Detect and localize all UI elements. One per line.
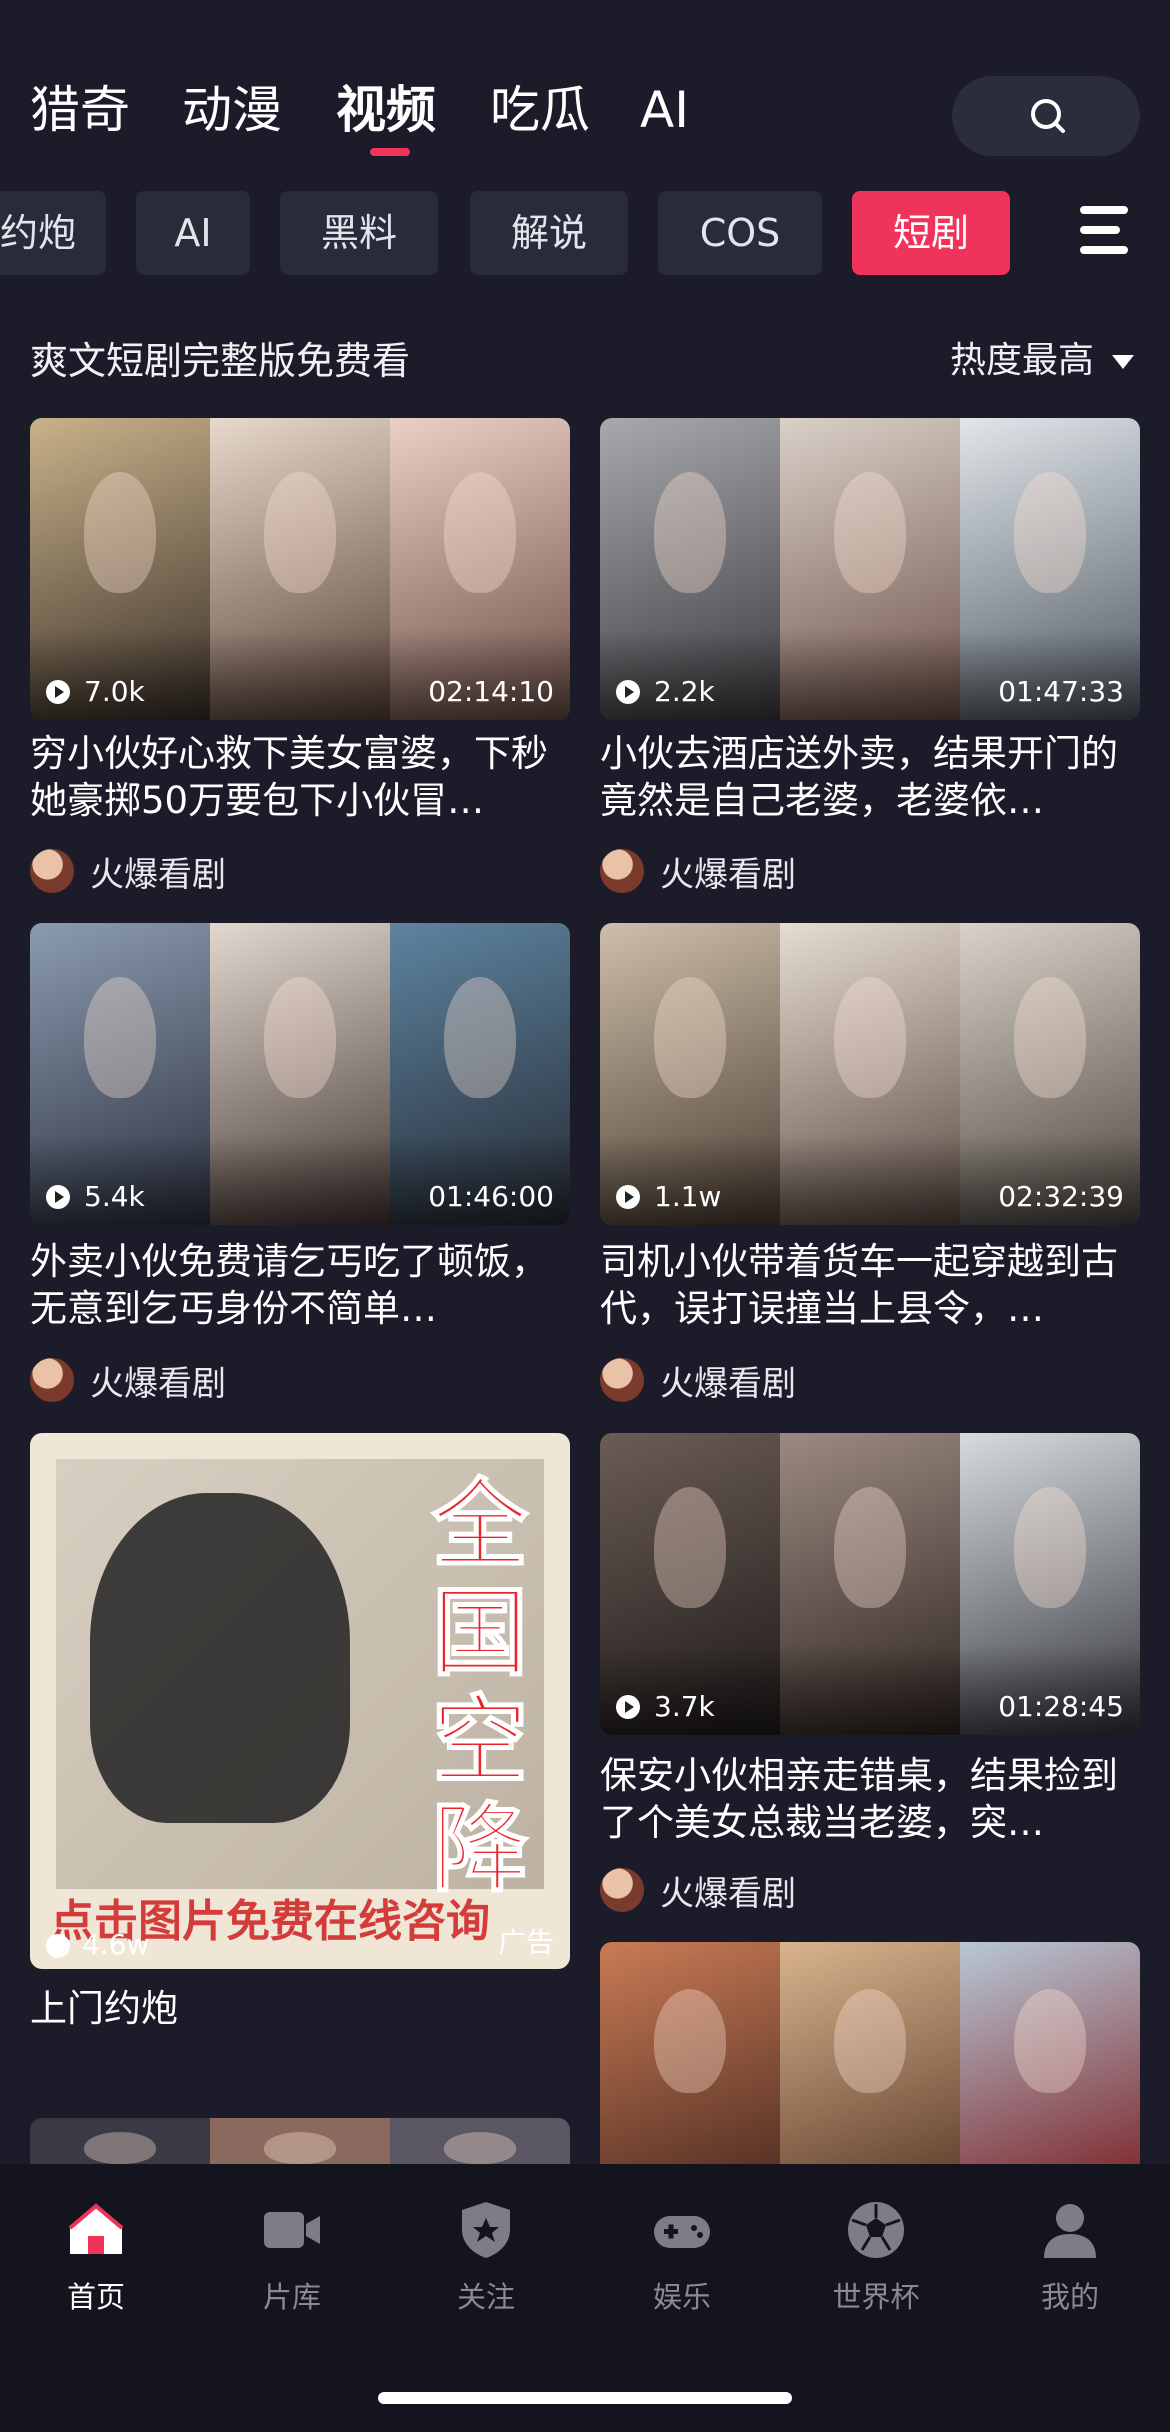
author-name: 火爆看剧 bbox=[660, 1873, 796, 1914]
video-title[interactable]: 小伙去酒店送外卖，结果开门的竟然是自己老婆，老婆依… bbox=[600, 730, 1140, 824]
video-thumbnail[interactable]: 5.4k 01:46:00 bbox=[30, 923, 570, 1225]
video-author[interactable]: 火爆看剧 bbox=[600, 1865, 796, 1915]
view-count: 3.7k bbox=[616, 1689, 715, 1725]
video-camera-icon bbox=[264, 2212, 320, 2248]
search-icon bbox=[1031, 99, 1065, 133]
nav-label: 关注 bbox=[456, 2280, 515, 2314]
sort-label: 热度最高 bbox=[949, 340, 1094, 381]
video-thumbnail[interactable]: 3.7k 01:28:45 bbox=[600, 1433, 1140, 1735]
video-duration: 02:14:10 bbox=[428, 675, 554, 708]
view-count: 5.4k bbox=[46, 1179, 145, 1215]
video-duration: 01:46:00 bbox=[428, 1180, 554, 1213]
avatar bbox=[30, 1358, 74, 1402]
video-author[interactable]: 火爆看剧 bbox=[30, 1355, 226, 1405]
video-thumbnail[interactable]: 2.2k 01:47:33 bbox=[600, 418, 1140, 720]
video-title[interactable]: 穷小伙好心救下美女富婆，下秒她豪掷50万要包下小伙冒… bbox=[30, 730, 570, 824]
ad-title[interactable]: 上门约炮 bbox=[30, 1985, 570, 2032]
author-name: 火爆看剧 bbox=[90, 854, 226, 895]
search-button[interactable] bbox=[952, 76, 1140, 156]
category-chip-yuepao[interactable]: 约炮 bbox=[0, 191, 106, 275]
ad-big-text: 全国空降 bbox=[431, 1469, 529, 1905]
user-icon bbox=[1044, 2204, 1096, 2258]
video-duration: 01:28:45 bbox=[998, 1690, 1124, 1723]
nav-profile[interactable]: 我的 bbox=[990, 2198, 1150, 2316]
section-title: 爽文短剧完整版免费看 bbox=[30, 339, 411, 383]
category-chip-ai[interactable]: AI bbox=[136, 191, 250, 275]
nav-label: 娱乐 bbox=[652, 2280, 711, 2314]
active-tab-indicator bbox=[370, 148, 410, 156]
tab-shipin[interactable]: 视频 bbox=[336, 78, 436, 142]
category-chip-heiliao[interactable]: 黑料 bbox=[280, 191, 438, 275]
category-chip-cos[interactable]: COS bbox=[658, 191, 822, 275]
shield-star-icon bbox=[462, 2202, 510, 2258]
ad-view-count: 4.6w bbox=[46, 1928, 149, 1961]
video-author[interactable]: 火爆看剧 bbox=[600, 846, 796, 896]
view-count: 2.2k bbox=[616, 674, 715, 710]
home-icon bbox=[68, 2203, 124, 2254]
video-author[interactable]: 火爆看剧 bbox=[30, 846, 226, 896]
nav-entertainment[interactable]: 娱乐 bbox=[602, 2198, 762, 2316]
avatar bbox=[600, 849, 644, 893]
tab-chigua[interactable]: 吃瓜 bbox=[490, 78, 590, 142]
nav-world-cup[interactable]: 世界杯 bbox=[796, 2198, 956, 2316]
nav-follow[interactable]: 关注 bbox=[406, 2198, 566, 2316]
nav-label: 我的 bbox=[1040, 2280, 1099, 2314]
tab-lieqi[interactable]: 猎奇 bbox=[30, 78, 130, 142]
menu-icon[interactable] bbox=[1080, 206, 1132, 254]
avatar bbox=[600, 1868, 644, 1912]
video-author[interactable]: 火爆看剧 bbox=[600, 1355, 796, 1405]
avatar bbox=[30, 849, 74, 893]
video-duration: 01:47:33 bbox=[998, 675, 1124, 708]
video-thumbnail[interactable]: 7.0k 02:14:10 bbox=[30, 418, 570, 720]
nav-label: 首页 bbox=[66, 2280, 125, 2314]
video-title[interactable]: 保安小伙相亲走错桌，结果捡到了个美女总裁当老婆，突… bbox=[600, 1752, 1140, 1846]
category-chip-jieshuo[interactable]: 解说 bbox=[470, 191, 628, 275]
view-count: 1.1w bbox=[616, 1179, 721, 1215]
soccer-ball-icon bbox=[848, 2202, 904, 2258]
ad-label: 广告 bbox=[497, 1926, 554, 1959]
view-count: 7.0k bbox=[46, 674, 145, 710]
nav-label: 世界杯 bbox=[832, 2280, 920, 2314]
video-title[interactable]: 司机小伙带着货车一起穿越到古代，误打误撞当上县令，… bbox=[600, 1238, 1140, 1332]
author-name: 火爆看剧 bbox=[660, 1363, 796, 1404]
video-thumbnail[interactable]: 1.1w 02:32:39 bbox=[600, 923, 1140, 1225]
tab-ai[interactable]: AI bbox=[640, 78, 689, 142]
nav-library[interactable]: 片库 bbox=[212, 2198, 372, 2316]
category-chip-duanju[interactable]: 短剧 bbox=[852, 191, 1010, 275]
video-duration: 02:32:39 bbox=[998, 1180, 1124, 1213]
nav-label: 片库 bbox=[262, 2280, 321, 2314]
ad-banner[interactable]: 全国空降 点击图片免费在线咨询 4.6w 广告 bbox=[30, 1433, 570, 1969]
author-name: 火爆看剧 bbox=[90, 1363, 226, 1404]
tab-dongman[interactable]: 动漫 bbox=[182, 78, 282, 142]
author-name: 火爆看剧 bbox=[660, 854, 796, 895]
home-indicator bbox=[378, 2392, 792, 2404]
caret-down-icon bbox=[1112, 355, 1134, 369]
nav-home[interactable]: 首页 bbox=[16, 2198, 176, 2316]
video-thumbnail[interactable] bbox=[600, 1942, 1140, 2202]
video-title[interactable]: 外卖小伙免费请乞丐吃了顿饭，无意到乞丐身份不简单… bbox=[30, 1238, 570, 1332]
gamepad-icon bbox=[654, 2216, 710, 2248]
avatar bbox=[600, 1358, 644, 1402]
ad-figure bbox=[90, 1493, 350, 1823]
sort-dropdown[interactable]: 热度最高 bbox=[950, 336, 1134, 386]
